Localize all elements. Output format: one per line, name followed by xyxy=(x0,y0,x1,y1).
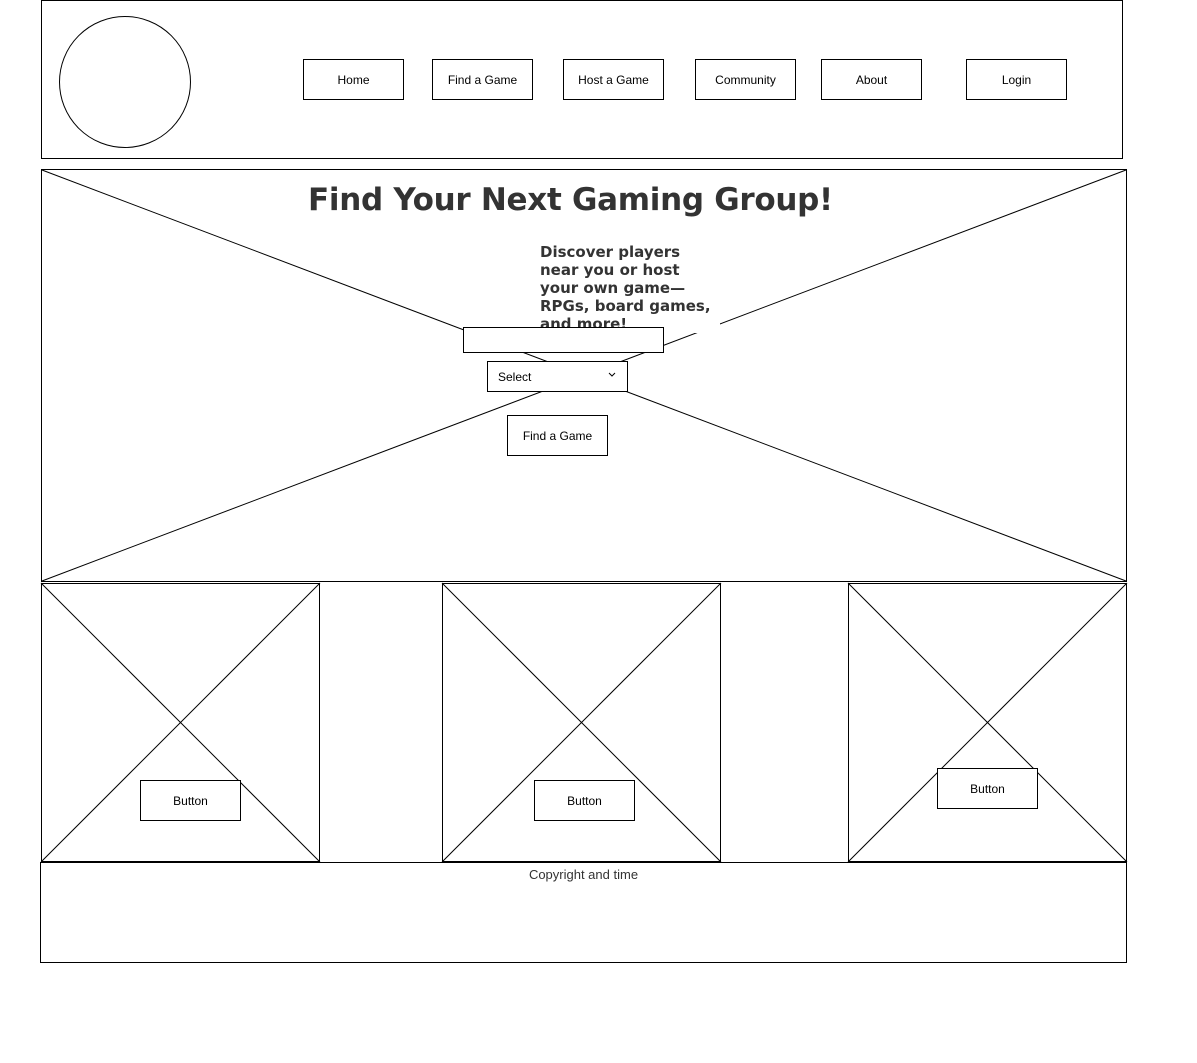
find-game-cta-label: Find a Game xyxy=(522,428,593,443)
nav-find-game-label: Find a Game xyxy=(447,72,518,87)
nav-community-button[interactable]: Community xyxy=(695,59,796,100)
find-game-cta-button[interactable]: Find a Game xyxy=(507,415,608,456)
card-2-button[interactable]: Button xyxy=(534,780,635,821)
nav-find-game-button[interactable]: Find a Game xyxy=(432,59,533,100)
nav-home-label: Home xyxy=(337,72,370,87)
nav-about-button[interactable]: About xyxy=(821,59,922,100)
nav-community-label: Community xyxy=(715,72,776,87)
card-3-button[interactable]: Button xyxy=(937,768,1038,809)
card-image-placeholder xyxy=(847,582,1128,863)
card-2-button-label: Button xyxy=(567,793,602,808)
chevron-down-icon xyxy=(608,372,616,377)
nav-host-game-button[interactable]: Host a Game xyxy=(563,59,664,100)
login-label: Login xyxy=(1001,72,1032,87)
nav-host-game-label: Host a Game xyxy=(578,72,649,87)
card-1-button-label: Button xyxy=(173,793,208,808)
card-placeholder-cross xyxy=(847,582,1128,863)
search-input[interactable] xyxy=(463,327,664,353)
logo-placeholder[interactable] xyxy=(59,16,191,148)
nav-home-button[interactable]: Home xyxy=(303,59,404,100)
nav-about-label: About xyxy=(855,72,888,87)
game-type-select[interactable]: Select xyxy=(487,361,628,392)
hero-title: Find Your Next Gaming Group! xyxy=(308,182,833,218)
select-value: Select xyxy=(498,370,532,384)
footer-copyright: Copyright and time xyxy=(528,867,639,882)
card-1-button[interactable]: Button xyxy=(140,780,241,821)
hero-subtitle: Discover players near you or host your o… xyxy=(540,243,720,333)
login-button[interactable]: Login xyxy=(966,59,1067,100)
card-3-button-label: Button xyxy=(970,781,1005,796)
